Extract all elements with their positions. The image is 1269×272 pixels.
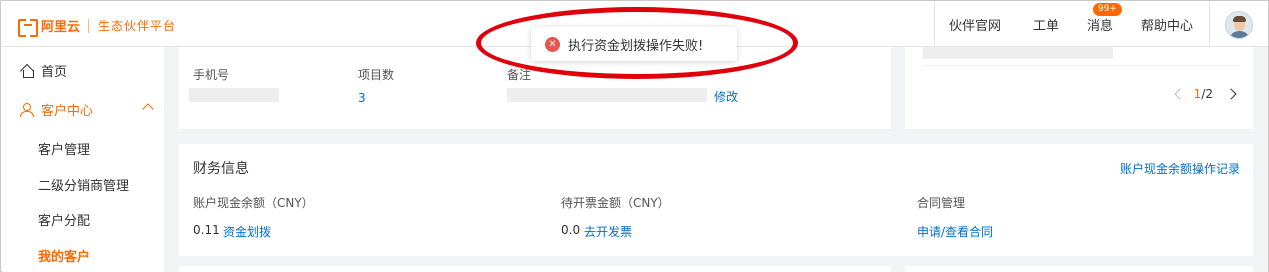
sidebar-item-sub-distributor-management[interactable]: 二级分销商管理	[2, 166, 164, 202]
sidebar-item-customer-management[interactable]: 客户管理	[2, 130, 164, 166]
ticket-link[interactable]: 工单	[1019, 15, 1073, 34]
chevron-right-icon[interactable]	[1225, 88, 1237, 100]
pagination: 1 /2	[1174, 87, 1237, 101]
aliyun-logo[interactable]: 阿里云 生态伙伴平台	[18, 16, 177, 37]
logo-brand: 阿里云	[41, 20, 81, 35]
finance-card: 财务信息 账户现金余额操作记录 账户现金余额（CNY） 0.11 资金划拨 待开…	[179, 144, 1253, 256]
balance-value: 0.11	[193, 223, 220, 237]
home-icon	[20, 64, 35, 78]
avatar[interactable]	[1225, 10, 1253, 39]
sidebar-item-home[interactable]: 首页	[2, 52, 164, 88]
error-toast: ✕ 执行资金划拨操作失败!	[531, 27, 737, 61]
balance-record-link[interactable]: 账户现金余额操作记录	[1120, 160, 1240, 177]
invoice-label: 待开票金额（CNY）	[561, 196, 670, 210]
sidebar-item-label: 首页	[41, 64, 68, 80]
page-current: 1	[1193, 87, 1202, 101]
remark-label: 备注	[507, 68, 532, 82]
project-count-link[interactable]: 3	[358, 91, 366, 105]
error-circle-icon: ✕	[545, 36, 560, 52]
help-center-link[interactable]: 帮助中心	[1127, 15, 1209, 34]
chevron-up-icon	[142, 103, 154, 115]
redacted-content	[923, 47, 1113, 59]
aliyun-logo-icon	[18, 18, 38, 37]
sidebar-item-label: 客户中心	[41, 103, 94, 119]
app-frame: 阿里云 生态伙伴平台 伙伴官网 工单 消息 99+ 帮助中心 首页 客户中心 客…	[0, 0, 1269, 272]
phone-value-redacted	[189, 88, 279, 102]
project-count-label: 项目数	[358, 68, 395, 82]
contract-label: 合同管理	[917, 196, 966, 210]
sidebar: 首页 客户中心 客户管理 二级分销商管理 客户分配 我的客户	[2, 47, 164, 272]
header-nav: 伙伴官网 工单 消息 99+ 帮助中心	[933, 2, 1268, 47]
page-total: /2	[1201, 87, 1213, 101]
messages-link[interactable]: 消息 99+	[1073, 3, 1127, 34]
sidebar-item-customer-assignment[interactable]: 客户分配	[2, 201, 164, 237]
sidebar-item-customer-center[interactable]: 客户中心	[2, 91, 164, 127]
chevron-left-icon[interactable]	[1174, 88, 1186, 100]
contract-link[interactable]: 申请/查看合同	[917, 223, 993, 240]
remark-value-redacted	[507, 88, 707, 102]
invoice-value: 0.0	[561, 223, 581, 237]
invoice-link[interactable]: 去开发票	[584, 223, 632, 240]
customer-icon	[20, 102, 35, 117]
toast-message: 执行资金划拨操作失败!	[568, 38, 704, 54]
logo-subtitle: 生态伙伴平台	[98, 19, 177, 33]
main-content: 手机号 项目数 3 备注 修改 1 /2 财务信息 账户现金余额操作记录 账户现…	[164, 47, 1268, 272]
finance-title: 财务信息	[193, 161, 249, 177]
side-info-card: 1 /2	[905, 47, 1253, 129]
user-menu[interactable]	[1210, 2, 1268, 47]
fund-transfer-link[interactable]: 资金划拨	[223, 223, 271, 240]
lower-card-right	[905, 266, 1253, 272]
lower-card-left	[179, 266, 891, 272]
messages-label: 消息	[1086, 19, 1113, 34]
divider	[923, 65, 1239, 66]
messages-badge: 99+	[1092, 3, 1122, 16]
logo-divider	[88, 18, 90, 33]
sidebar-item-my-customers[interactable]: 我的客户	[2, 237, 164, 272]
partner-site-link[interactable]: 伙伴官网	[935, 15, 1019, 34]
balance-label: 账户现金余额（CNY）	[193, 196, 314, 210]
edit-remark-link[interactable]: 修改	[714, 88, 738, 105]
phone-label: 手机号	[193, 68, 230, 82]
